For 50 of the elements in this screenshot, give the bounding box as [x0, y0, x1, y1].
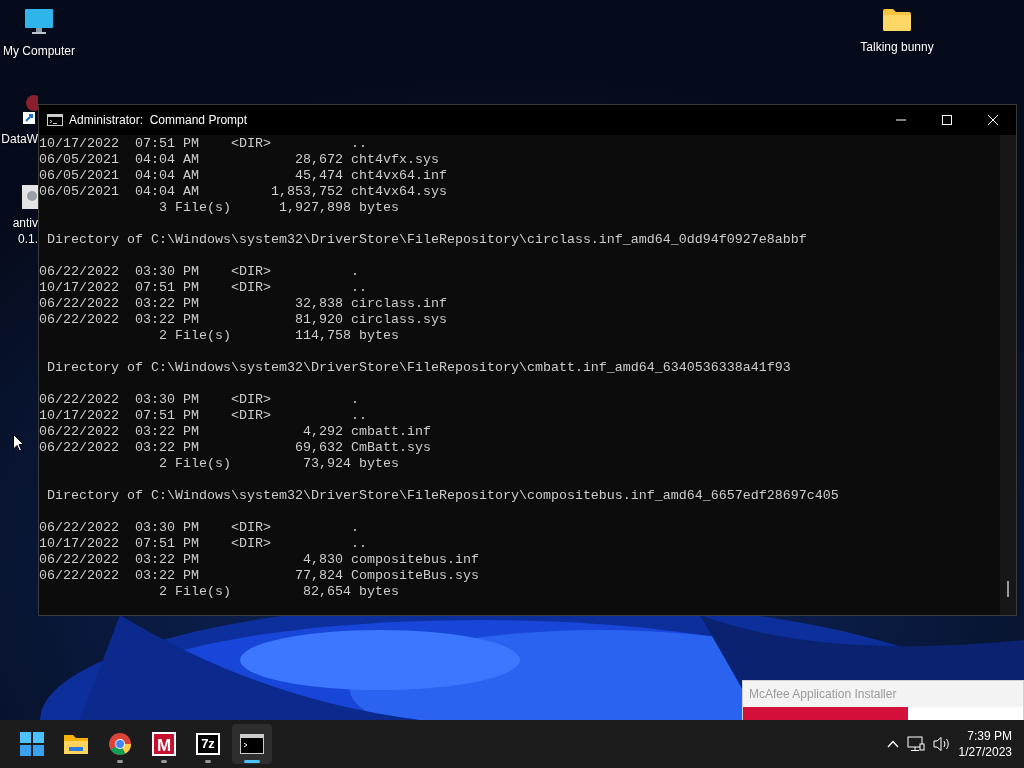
shortcut-icon	[22, 95, 38, 125]
monitor-icon	[24, 8, 54, 36]
console-line: 06/22/2022 03:30 PM <DIR> .	[39, 264, 359, 280]
icon-label[interactable]: Talking bunny	[860, 39, 934, 55]
console-line: 06/22/2022 03:30 PM <DIR> .	[39, 392, 359, 408]
terminal-icon	[47, 114, 63, 126]
chevron-up-icon[interactable]	[886, 740, 899, 748]
console-line: 10/17/2022 07:51 PM <DIR> ..	[39, 136, 367, 152]
console-line: 06/22/2022 03:22 PM 32,838 circlass.inf	[39, 296, 447, 312]
console-line: 06/22/2022 03:22 PM 69,632 CmBatt.sys	[39, 440, 431, 456]
window-title: Administrator: Command Prompt	[69, 112, 248, 129]
console-line: Directory of C:\Windows\system32\DriverStore\FileRepository\cmbatt.inf_amd64_6340536338a41f93	[46, 360, 791, 376]
console-line: 2 File(s) 114,758 bytes	[157, 328, 399, 344]
icon-label[interactable]: DataW	[1, 131, 38, 147]
console-line: 06/22/2022 03:22 PM 81,920 circlass.sys	[39, 312, 447, 328]
maximize-icon	[942, 115, 952, 125]
console-line: 3 File(s) 1,927,898 bytes	[157, 200, 399, 216]
archiver-button[interactable]: 7z	[188, 724, 228, 764]
windows-logo-icon	[20, 732, 44, 756]
console-line: 06/05/2021 04:04 AM 28,672 cht4vfx.sys	[39, 152, 439, 168]
console-line: 06/05/2021 04:04 AM 1,853,752 cht4vx64.sys	[39, 184, 447, 200]
browser-logo-icon	[108, 732, 132, 756]
console-line: 06/22/2022 03:22 PM 77,824 CompositeBus.sys	[39, 568, 479, 584]
console-line: 06/22/2022 03:30 PM <DIR> .	[39, 520, 359, 536]
console-line: 10/17/2022 07:51 PM <DIR> ..	[39, 408, 367, 424]
antivirus-button[interactable]: M	[144, 724, 184, 764]
console-line: Directory of C:\Windows\system32\DriverStore\FileRepository\circlass.inf_amd64_0dd94f0927e8abbf	[46, 232, 807, 248]
cursor-icon	[13, 434, 24, 452]
close-icon	[988, 115, 998, 125]
console-line: 06/22/2022 03:22 PM 4,292 cmbatt.inf	[39, 424, 431, 440]
icon-label[interactable]: antiv	[12, 215, 38, 231]
folder-icon	[63, 733, 89, 755]
terminal-icon	[240, 734, 264, 754]
speaker-icon[interactable]	[932, 736, 951, 752]
network-icon[interactable]	[906, 736, 925, 752]
popup-title: McAfee Application Installer	[748, 686, 898, 703]
console-line: 2 File(s) 73,924 bytes	[157, 456, 399, 472]
console-line: 06/22/2022 03:22 PM 4,830 compositebus.inf	[39, 552, 479, 568]
console-line: Directory of C:\Windows\system32\DriverStore\FileRepository\compositebus.inf_amd64_6657edf28697c405	[46, 488, 839, 504]
clock-date[interactable]: 1/27/2023	[958, 744, 1012, 760]
console-line: 06/05/2021 04:04 AM 45,474 cht4vx64.inf	[39, 168, 447, 184]
icon-label[interactable]: 0.1.	[18, 231, 38, 247]
scrollbar-thumb[interactable]	[1007, 581, 1009, 597]
clock-time[interactable]: 7:39 PM	[958, 728, 1012, 744]
gear-icon	[22, 185, 38, 209]
terminal-button[interactable]	[232, 724, 272, 764]
icon-label[interactable]: My Computer	[3, 43, 75, 59]
console-line: 10/17/2022 07:51 PM <DIR> ..	[39, 280, 367, 296]
console-line: 10/17/2022 07:51 PM <DIR> ..	[39, 536, 367, 552]
console-line: 2 File(s) 82,654 bytes	[157, 584, 399, 600]
